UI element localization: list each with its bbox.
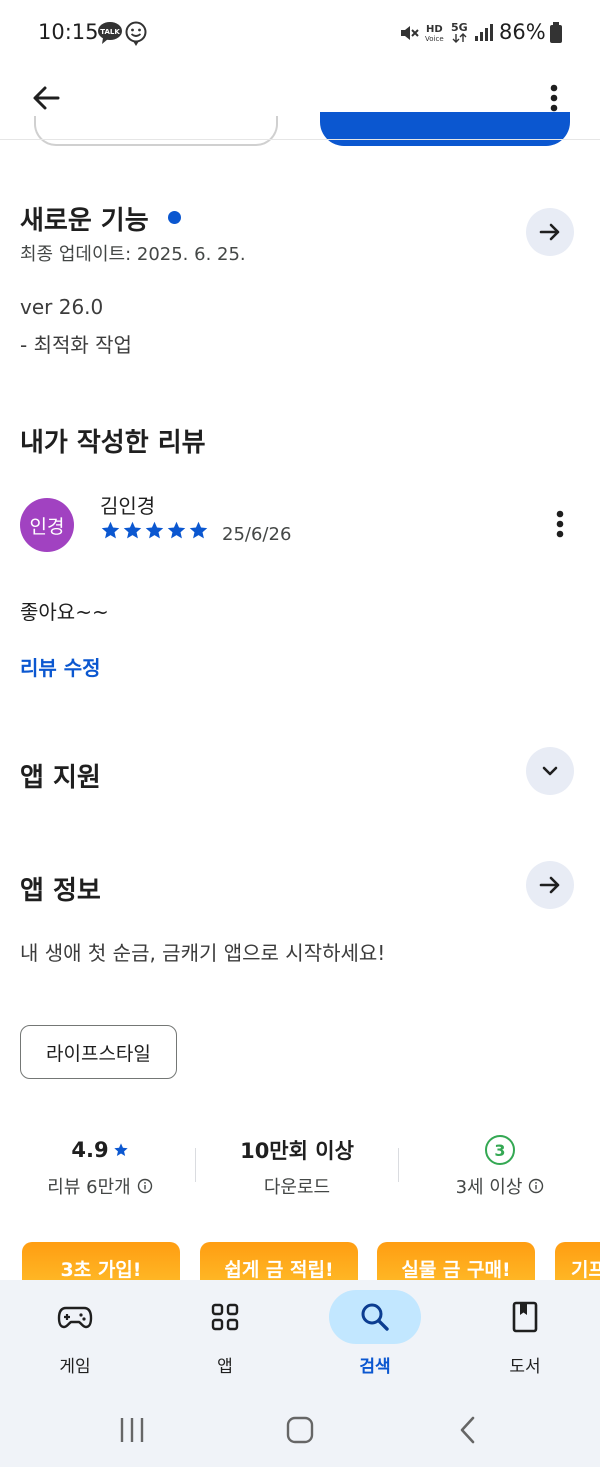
recents-button[interactable] <box>110 1408 154 1452</box>
downloads-value: 10만회 이상 <box>240 1139 354 1163</box>
nav-pill-active <box>329 1290 421 1344</box>
apps-grid-icon <box>211 1303 239 1331</box>
nav-pill <box>179 1290 271 1344</box>
search-icon <box>361 1303 389 1331</box>
star-rating <box>100 520 209 541</box>
nav-pill <box>479 1290 571 1344</box>
arrow-forward-icon <box>539 223 560 241</box>
home-icon <box>286 1416 314 1444</box>
age-rating-stat: 3 3세 이상 <box>400 1135 600 1199</box>
peek-primary-button[interactable] <box>320 112 570 146</box>
whats-new-arrow-button[interactable] <box>526 208 574 256</box>
svg-text:5G: 5G <box>451 21 468 34</box>
signal-icon <box>472 22 494 46</box>
nav-label: 검색 <box>359 1357 391 1377</box>
review-text: 좋아요~~ <box>20 600 109 624</box>
chevron-down-icon <box>542 766 558 776</box>
mute-icon <box>398 22 420 48</box>
star-icon <box>113 1143 128 1156</box>
age-rating-badge: 3 <box>485 1135 515 1165</box>
nav-label: 게임 <box>59 1357 91 1377</box>
system-back-button[interactable] <box>446 1408 490 1452</box>
toolbar-divider <box>0 139 600 140</box>
stat-divider <box>195 1148 196 1182</box>
5g-icon: 5G <box>450 20 470 48</box>
promo-banner[interactable]: 기프 <box>555 1242 600 1282</box>
age-rating-label: 3세 이상 <box>455 1177 523 1198</box>
nav-pill <box>29 1290 121 1344</box>
rating-stat: 4.9 리뷰 6만개 <box>0 1135 200 1199</box>
status-bar: 10:15 TALK HD Voice 5G 86% <box>0 0 600 66</box>
battery-percent: 86% <box>499 20 546 44</box>
back-chevron-icon <box>460 1416 475 1444</box>
arrow-forward-icon <box>539 876 560 894</box>
status-time: 10:15 <box>38 20 99 44</box>
nav-label: 앱 <box>217 1357 233 1377</box>
star-icon <box>101 521 120 539</box>
about-app-arrow-button[interactable] <box>526 861 574 909</box>
avatar: 인경 <box>20 498 74 552</box>
nav-item-search[interactable]: 검색 <box>300 1280 450 1390</box>
edit-review-link[interactable]: 리뷰 수정 <box>20 652 101 681</box>
review-more-button[interactable] <box>538 502 582 546</box>
nav-item-books[interactable]: 도서 <box>450 1280 600 1390</box>
category-chip[interactable]: 라이프스타일 <box>20 1025 177 1079</box>
recents-icon <box>120 1418 144 1442</box>
star-icon <box>167 521 186 539</box>
back-button[interactable] <box>24 76 68 120</box>
home-button[interactable] <box>278 1408 322 1452</box>
downloads-label: 다운로드 <box>263 1177 331 1198</box>
system-navigation-bar <box>0 1390 600 1467</box>
hd-voice-icon: HD Voice <box>425 22 447 48</box>
promo-banner[interactable]: 실물 금 구매! <box>377 1242 535 1282</box>
nav-item-apps[interactable]: 앱 <box>150 1280 300 1390</box>
whats-new-title: 새로운 기능 <box>20 206 149 236</box>
star-icon <box>123 521 142 539</box>
star-icon <box>145 521 164 539</box>
promo-banner[interactable]: 3초 가입! <box>22 1242 180 1282</box>
release-notes: - 최적화 작업 <box>20 333 132 357</box>
bottom-navigation: 게임 앱 검색 도서 <box>0 1280 600 1390</box>
nav-item-games[interactable]: 게임 <box>0 1280 150 1390</box>
battery-icon <box>549 22 563 48</box>
downloads-stat: 10만회 이상 다운로드 <box>197 1135 397 1199</box>
app-support-title: 앱 지원 <box>20 763 101 793</box>
app-details-screen: 10:15 TALK HD Voice 5G 86% 새로운 기능 최종 업데이… <box>0 0 600 1467</box>
new-indicator-dot <box>168 211 181 224</box>
arrow-back-icon <box>33 86 60 110</box>
app-description: 내 생애 첫 순금, 금캐기 앱으로 시작하세요! <box>20 941 386 965</box>
svg-text:Voice: Voice <box>425 35 444 43</box>
last-updated: 최종 업데이트: 2025. 6. 25. <box>20 244 246 265</box>
svg-text:HD: HD <box>426 24 443 35</box>
rating-value: 4.9 <box>71 1138 109 1162</box>
screenshot-carousel[interactable]: 3초 가입! 쉽게 금 적립! 실물 금 구매! 기프 <box>0 1240 600 1282</box>
more-vert-icon <box>556 510 564 538</box>
svg-text:TALK: TALK <box>100 28 120 36</box>
talk-icon: TALK <box>97 21 123 49</box>
about-app-title: 앱 정보 <box>20 876 101 906</box>
star-icon <box>189 521 208 539</box>
peek-outline-button[interactable] <box>34 116 278 146</box>
smile-icon <box>124 21 148 51</box>
my-review-title: 내가 작성한 리뷰 <box>20 428 206 458</box>
book-icon <box>512 1301 538 1333</box>
stat-divider <box>398 1148 399 1182</box>
app-support-expand-button[interactable] <box>526 747 574 795</box>
promo-banner[interactable]: 쉽게 금 적립! <box>200 1242 358 1282</box>
reviews-count: 리뷰 6만개 <box>47 1177 131 1198</box>
version-text: ver 26.0 <box>20 295 104 319</box>
review-date: 25/6/26 <box>222 524 292 545</box>
nav-label: 도서 <box>509 1357 541 1377</box>
gamepad-icon <box>57 1306 93 1329</box>
reviewer-name: 김인경 <box>100 494 156 518</box>
info-icon[interactable] <box>528 1178 544 1194</box>
info-icon[interactable] <box>137 1178 153 1194</box>
